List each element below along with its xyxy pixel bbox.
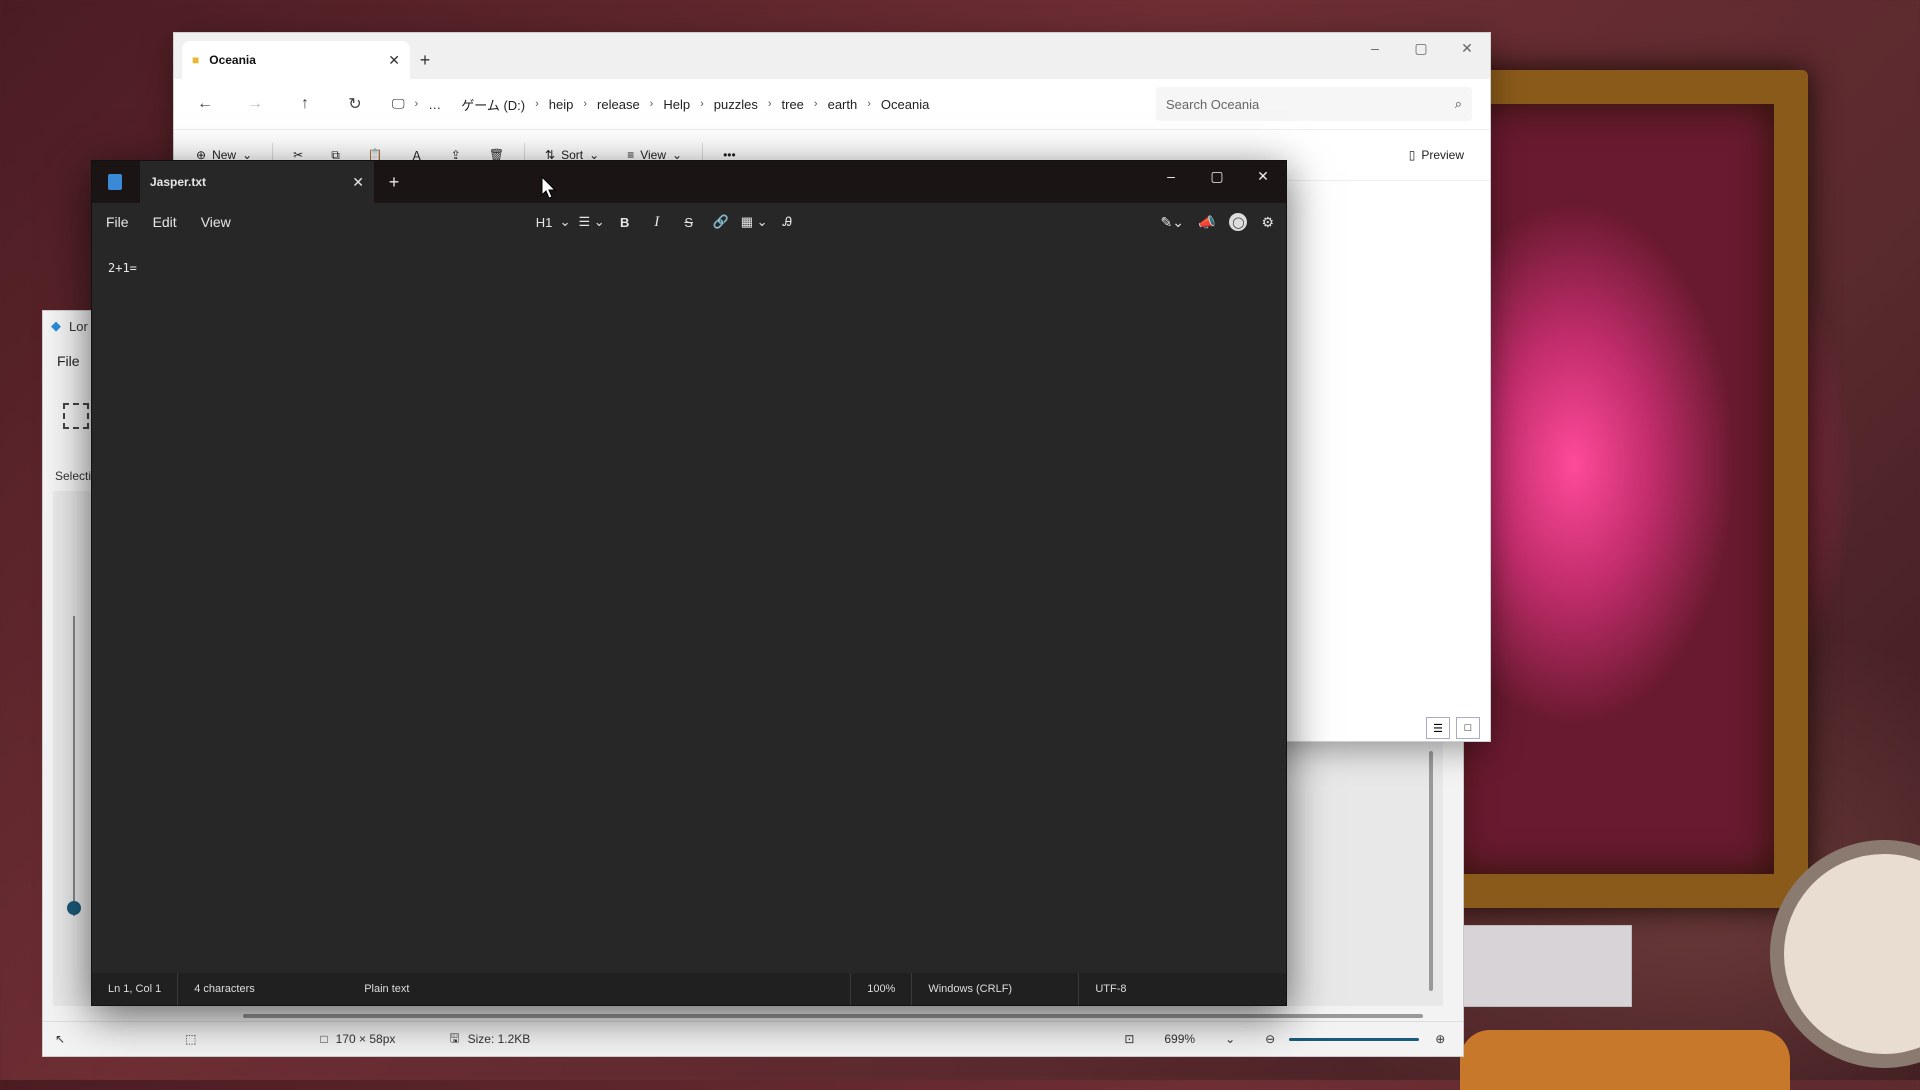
file-type: Plain text — [364, 983, 410, 995]
notepad-statusbar: Ln 1, Col 1 4 characters Plain text 100%… — [92, 973, 1286, 1005]
heading-button[interactable]: H1 ⌄ — [532, 208, 571, 236]
encoding[interactable]: UTF-8 — [1079, 973, 1142, 1005]
fit-screen-icon[interactable]: ⊡ — [1124, 1032, 1134, 1046]
wallpaper-toy — [1460, 1030, 1790, 1090]
maximize-button[interactable]: ▢ — [1398, 33, 1444, 63]
announcement-icon[interactable]: 📣 — [1198, 214, 1215, 231]
breadcrumb-tree[interactable]: tree — [772, 97, 814, 112]
maximize-button[interactable]: ▢ — [1194, 161, 1240, 191]
explorer-new-tab-button[interactable]: + — [410, 41, 440, 79]
bold-button[interactable]: B — [613, 208, 637, 236]
notepad-app-icon — [108, 174, 122, 190]
paint-vertical-slider[interactable] — [73, 616, 75, 916]
save-size-icon: 🖫 — [449, 1030, 460, 1045]
close-button[interactable]: ✕ — [1240, 161, 1286, 191]
notepad-tabbar: Jasper.txt ✕ + – ▢ ✕ — [92, 161, 1286, 203]
details-view-icon[interactable]: ☰ — [1426, 717, 1450, 739]
up-button[interactable]: ↑ — [282, 87, 328, 121]
character-count: 4 characters — [194, 983, 255, 995]
breadcrumb-overflow[interactable]: … — [418, 97, 451, 112]
notepad-tab[interactable]: Jasper.txt ✕ — [140, 161, 374, 203]
canvas-size-icon: □ — [320, 1032, 328, 1046]
zoom-in-icon[interactable]: ⊕ — [1435, 1032, 1445, 1046]
close-tab-icon[interactable]: ✕ — [352, 174, 364, 191]
italic-button[interactable]: I — [645, 208, 669, 236]
pointer-icon: ↖ — [55, 1032, 66, 1046]
paint-menu-file[interactable]: File — [57, 353, 80, 369]
search-placeholder: Search Oceania — [1166, 96, 1260, 112]
line-ending[interactable]: Windows (CRLF) — [912, 973, 1080, 1005]
preview-button[interactable]: ▯ Preview — [1397, 138, 1476, 172]
list-button[interactable]: ☰ ⌄ — [579, 208, 605, 236]
selection-tool-icon[interactable] — [63, 403, 89, 429]
notepad-text-area[interactable]: 2+1= — [92, 241, 1286, 973]
breadcrumb-drive[interactable]: ゲーム (D:) — [451, 95, 535, 114]
notepad-window-controls: – ▢ ✕ — [1148, 161, 1286, 191]
preview-icon: ▯ — [1408, 148, 1416, 162]
notepad-tab-title: Jasper.txt — [150, 175, 207, 189]
explorer-address-row: ← → ↑ ↻ 🖵 › … ゲーム (D:) › heip › release › He… — [174, 79, 1490, 130]
search-input[interactable]: Search Oceania ⌕ — [1156, 87, 1472, 121]
mouse-cursor-icon — [541, 176, 557, 199]
back-button[interactable]: ← — [182, 87, 228, 121]
menu-file[interactable]: File — [92, 214, 141, 230]
paint-slider-knob[interactable] — [67, 901, 81, 915]
search-icon: ⌕ — [1454, 96, 1462, 111]
menu-view[interactable]: View — [189, 214, 243, 230]
menu-edit[interactable]: Edit — [141, 214, 189, 230]
explorer-tab[interactable]: ■ Oceania ✕ — [182, 41, 410, 79]
paint-statusbar: ↖ ⬚ □ 170 × 58px 🖫 Size: 1.2KB ⊡ 699% ⌄ … — [43, 1021, 1463, 1056]
link-icon[interactable]: 🔗 — [709, 208, 733, 236]
canvas-dimensions: 170 × 58px — [335, 1032, 396, 1046]
zoom-level[interactable]: 100% — [850, 973, 913, 1005]
tiles-view-icon[interactable]: □ — [1456, 717, 1480, 739]
explorer-window-controls: – ▢ ✕ — [1352, 33, 1490, 63]
minimize-button[interactable]: – — [1352, 33, 1398, 63]
file-size: Size: 1.2KB — [467, 1032, 531, 1046]
notepad-window[interactable]: Jasper.txt ✕ + – ▢ ✕ File Edit View H1 ⌄… — [91, 160, 1287, 1006]
refresh-button[interactable]: ↻ — [332, 87, 378, 121]
notepad-new-tab-button[interactable]: + — [374, 172, 414, 193]
format-toolbar: H1 ⌄ ☰ ⌄ B I S 🔗 ▦ ⌄ Ꭿ — [532, 203, 799, 241]
this-pc-icon[interactable]: 🖵 — [382, 96, 415, 112]
breadcrumb-release[interactable]: release — [587, 97, 650, 112]
paint-title: Lor — [69, 318, 88, 334]
table-button[interactable]: ▦ ⌄ — [741, 208, 768, 236]
forward-button[interactable]: → — [232, 87, 278, 121]
breadcrumb[interactable]: 🖵 › … ゲーム (D:) › heip › release › Help › puzz… — [382, 87, 1142, 121]
heading-label: H1 — [535, 214, 553, 230]
notepad-toolbar: File Edit View H1 ⌄ ☰ ⌄ B I S 🔗 ▦ ⌄ Ꭿ ✎⌄… — [92, 203, 1286, 241]
clear-formatting-icon[interactable]: Ꭿ — [775, 208, 799, 236]
chevron-down-icon[interactable]: ⌄ — [1225, 1032, 1235, 1046]
avatar[interactable]: ◯ — [1229, 213, 1248, 231]
preview-label: Preview — [1421, 148, 1464, 162]
wallpaper-plaque — [1460, 925, 1632, 1007]
close-button[interactable]: ✕ — [1444, 33, 1490, 63]
breadcrumb-oceania[interactable]: Oceania — [871, 97, 939, 112]
selection-size-icon: ⬚ — [185, 1032, 197, 1046]
copilot-icon[interactable]: ✎⌄ — [1161, 214, 1184, 231]
paint-app-icon: ◆ — [51, 318, 61, 333]
strikethrough-button[interactable]: S — [677, 208, 701, 236]
layout-buttons: ☰ □ — [1426, 717, 1480, 739]
paint-vertical-scrollbar[interactable] — [1429, 751, 1433, 991]
gear-icon[interactable]: ⚙ — [1261, 214, 1274, 231]
close-tab-icon[interactable]: ✕ — [388, 52, 400, 69]
breadcrumb-puzzles[interactable]: puzzles — [704, 97, 768, 112]
explorer-tabbar: ■ Oceania ✕ + – ▢ ✕ — [174, 33, 1490, 79]
breadcrumb-heip[interactable]: heip — [539, 97, 584, 112]
explorer-tab-title: Oceania — [209, 53, 256, 67]
notepad-right-tools: ✎⌄ 📣 ◯ ⚙ — [1161, 203, 1274, 241]
minimize-button[interactable]: – — [1148, 161, 1194, 191]
folder-icon: ■ — [192, 53, 200, 67]
breadcrumb-help[interactable]: Help — [653, 97, 700, 112]
paint-horizontal-scrollbar[interactable] — [243, 1014, 1423, 1018]
zoom-out-icon[interactable]: ⊖ — [1265, 1032, 1275, 1046]
breadcrumb-earth[interactable]: earth — [818, 97, 868, 112]
zoom-slider[interactable] — [1289, 1037, 1420, 1041]
cursor-position: Ln 1, Col 1 — [92, 973, 179, 1005]
zoom-select[interactable]: 699% — [1164, 1032, 1195, 1046]
